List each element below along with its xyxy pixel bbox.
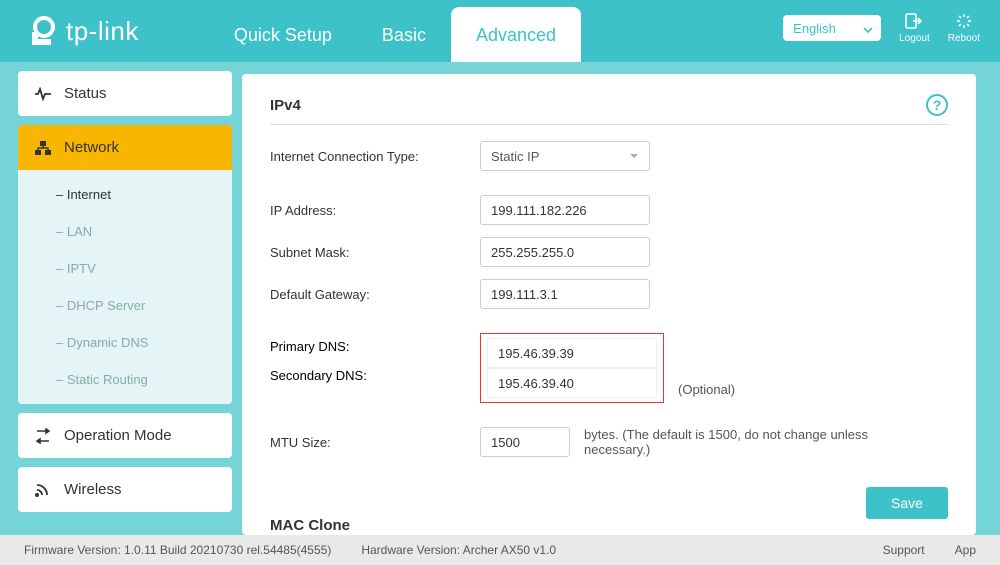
subnav-internet[interactable]: Internet — [18, 176, 232, 213]
sidebar-item-status[interactable]: Status — [18, 71, 232, 116]
sdns-label: Secondary DNS: — [270, 368, 480, 383]
reboot-icon — [954, 12, 974, 30]
sidebar-item-wireless[interactable]: Wireless — [18, 467, 232, 512]
pulse-icon — [34, 87, 52, 101]
top-tabs: Quick Setup Basic Advanced — [209, 0, 581, 62]
logout-icon — [904, 12, 924, 30]
subnav-lan[interactable]: LAN — [18, 213, 232, 250]
language-value: English — [793, 21, 836, 36]
brand-logo: tp-link — [26, 14, 139, 48]
content-panel: IPv4 ? Internet Connection Type: Static … — [242, 74, 976, 535]
network-icon — [34, 140, 52, 156]
pdns-input[interactable] — [487, 338, 657, 368]
wifi-icon — [34, 482, 52, 498]
ip-label: IP Address: — [270, 203, 480, 218]
mtu-input[interactable] — [480, 427, 570, 457]
app-link[interactable]: App — [955, 543, 976, 557]
section-title-mac-clone: MAC Clone — [270, 517, 350, 534]
operation-mode-icon — [34, 428, 52, 444]
mask-input[interactable] — [480, 237, 650, 267]
mtu-label: MTU Size: — [270, 435, 480, 450]
gw-input[interactable] — [480, 279, 650, 309]
tab-advanced[interactable]: Advanced — [451, 7, 581, 62]
subnav-static-routing[interactable]: Static Routing — [18, 361, 232, 398]
language-select[interactable]: English — [783, 15, 881, 41]
network-submenu: Internet LAN IPTV DHCP Server Dynamic DN… — [18, 170, 232, 404]
mtu-hint: bytes. (The default is 1500, do not chan… — [584, 427, 874, 457]
mask-label: Subnet Mask: — [270, 245, 480, 260]
subnav-ddns[interactable]: Dynamic DNS — [18, 324, 232, 361]
top-header: tp-link Quick Setup Basic Advanced Engli… — [0, 0, 1000, 62]
subnav-dhcp[interactable]: DHCP Server — [18, 287, 232, 324]
hardware-version: Hardware Version: Archer AX50 v1.0 — [361, 543, 556, 557]
ip-input[interactable] — [480, 195, 650, 225]
firmware-version: Firmware Version: 1.0.11 Build 20210730 … — [24, 543, 331, 557]
chevron-down-icon — [629, 153, 639, 159]
conn-type-select[interactable]: Static IP — [480, 141, 650, 171]
save-button[interactable]: Save — [866, 487, 948, 519]
subnav-iptv[interactable]: IPTV — [18, 250, 232, 287]
logout-button[interactable]: Logout — [899, 12, 930, 44]
chevron-down-icon — [863, 21, 873, 36]
pdns-label: Primary DNS: — [270, 339, 480, 354]
sdns-optional: (Optional) — [678, 382, 735, 403]
tplink-logo-icon — [26, 14, 60, 48]
footer-bar: Firmware Version: 1.0.11 Build 20210730 … — [0, 535, 1000, 565]
section-title-ipv4: IPv4 — [270, 97, 301, 114]
conn-type-label: Internet Connection Type: — [270, 149, 480, 164]
tab-basic[interactable]: Basic — [357, 7, 451, 62]
dns-highlight-box — [480, 333, 664, 403]
brand-text: tp-link — [66, 16, 139, 47]
support-link[interactable]: Support — [883, 543, 925, 557]
reboot-button[interactable]: Reboot — [948, 12, 980, 44]
tab-quick-setup[interactable]: Quick Setup — [209, 7, 357, 62]
sidebar-item-operation-mode[interactable]: Operation Mode — [18, 413, 232, 458]
sdns-input[interactable] — [487, 368, 657, 398]
sidebar-item-network[interactable]: Network — [18, 125, 232, 170]
help-button[interactable]: ? — [926, 94, 948, 116]
sidebar: Status Network Internet LAN IPTV — [0, 62, 232, 535]
gw-label: Default Gateway: — [270, 287, 480, 302]
